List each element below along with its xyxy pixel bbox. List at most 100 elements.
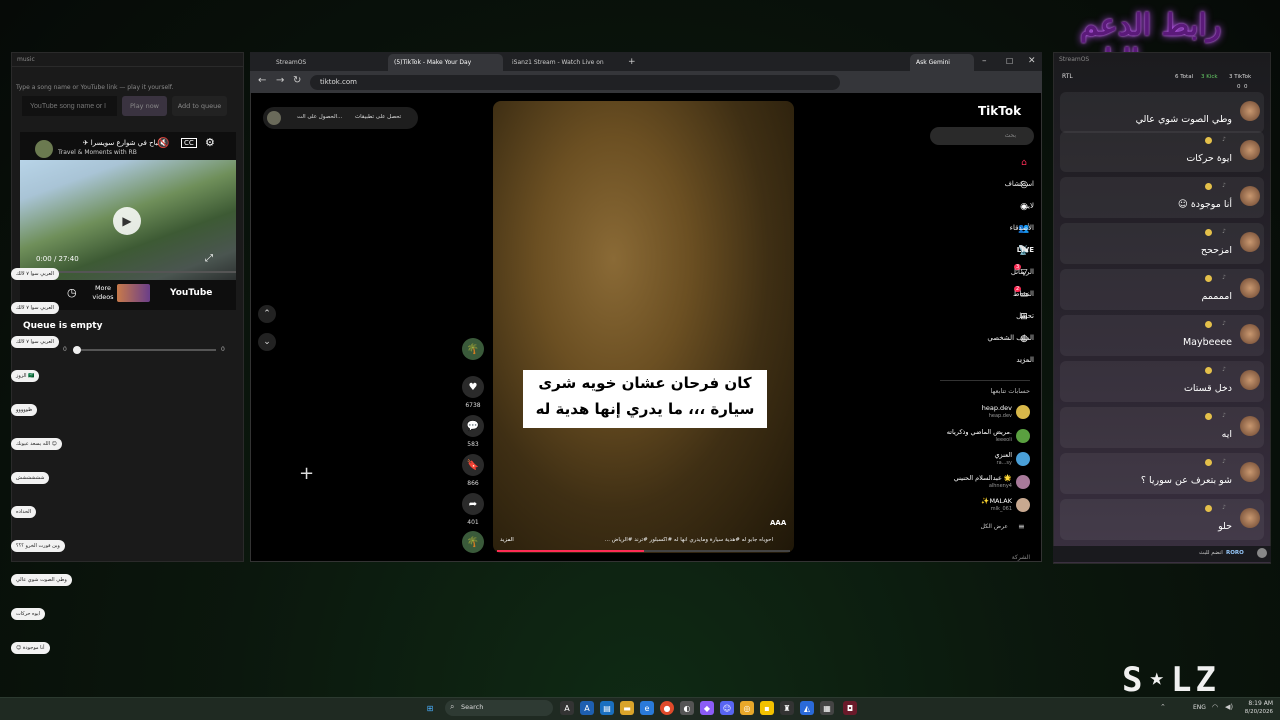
following-avatar[interactable] xyxy=(1016,452,1030,466)
more-videos[interactable]: More videos xyxy=(90,284,116,302)
folder-icon[interactable]: ▬ xyxy=(620,701,634,715)
clock-time[interactable]: 8:19 AM xyxy=(1243,700,1273,707)
sound-disc-icon[interactable]: 🌴 xyxy=(462,531,484,553)
app-icon[interactable]: A xyxy=(580,701,594,715)
explorer-icon[interactable]: ▤ xyxy=(600,701,614,715)
volume-knob[interactable] xyxy=(73,346,81,354)
search-input[interactable]: بحث xyxy=(930,127,1034,145)
edge-icon[interactable]: e xyxy=(640,701,654,715)
fullscreen-icon[interactable]: ⤢ xyxy=(205,253,213,264)
app-icon[interactable]: A xyxy=(560,701,574,715)
app-icon[interactable]: ▦ xyxy=(820,701,834,715)
nav-lives[interactable]: لايف xyxy=(1021,202,1034,210)
nav-more[interactable]: المزيد xyxy=(1016,356,1034,364)
new-tab-button[interactable]: + xyxy=(624,54,640,71)
company-link[interactable]: الشركة xyxy=(1012,554,1030,561)
tab-tiktok[interactable]: (5)TikTok - Make Your Day xyxy=(388,54,503,71)
avatar[interactable] xyxy=(267,111,281,125)
app-icon[interactable]: ♜ xyxy=(780,701,794,715)
following-avatar[interactable] xyxy=(1016,405,1030,419)
add-to-queue-button[interactable]: Add to queue xyxy=(172,96,227,116)
volume-value: 0 xyxy=(221,346,225,353)
nav-upload[interactable]: تحميل xyxy=(1016,312,1034,320)
tab-streamos[interactable]: StreamOS xyxy=(270,54,385,71)
like-icon[interactable]: ♥ xyxy=(462,376,484,398)
following-item[interactable]: عبدالسلام الحنيني 🌟 alhneny4 xyxy=(954,474,1012,490)
comment-icon[interactable]: 💬 xyxy=(462,415,484,437)
chat-text: امزححح xyxy=(1200,245,1232,256)
captions-icon[interactable]: CC xyxy=(181,138,197,148)
video-author[interactable]: AAA xyxy=(770,519,786,527)
following-item[interactable]: heap.dev heap.dev xyxy=(982,404,1012,420)
following-avatar[interactable] xyxy=(1016,429,1030,443)
avatar xyxy=(1240,278,1260,298)
nav-profile[interactable]: الملف الشخصي xyxy=(987,334,1034,342)
nav-messages[interactable]: الرسائل xyxy=(1011,268,1034,276)
back-icon[interactable]: ← xyxy=(258,75,266,86)
youtube-logo[interactable]: YouTube xyxy=(170,288,212,298)
prev-video-icon[interactable]: ⌃ xyxy=(258,305,276,323)
next-video-icon[interactable]: ⌄ xyxy=(258,333,276,351)
nav-friends[interactable]: الأصدقاء xyxy=(1010,224,1034,232)
tiktok-logo[interactable]: TikTok xyxy=(978,104,1021,118)
overlay-chat-item: شششششش xyxy=(11,472,50,484)
reload-icon[interactable]: ↻ xyxy=(293,75,301,86)
volume-icon[interactable]: ◀) xyxy=(1225,703,1233,711)
following-item[interactable]: ✨MALAK mlk_061 xyxy=(981,497,1012,513)
tab-kick[interactable]: iSanz1 Stream - Watch Live on xyxy=(506,54,621,71)
play-now-button[interactable]: Play now xyxy=(122,96,167,116)
app-icon[interactable]: ◘ xyxy=(843,701,857,715)
nav-explore[interactable]: استكشاف xyxy=(1005,180,1034,188)
app-icon[interactable]: ◐ xyxy=(680,701,694,715)
language-indicator[interactable]: ENG xyxy=(1193,704,1206,711)
join-notice-name: RORO xyxy=(1226,550,1244,556)
twitch-icon[interactable]: ◆ xyxy=(700,701,714,715)
get-app-link[interactable]: تحصل على تطبيقات xyxy=(355,114,401,120)
video-player[interactable] xyxy=(493,101,794,553)
clock-icon[interactable]: ◷ xyxy=(67,286,77,299)
maximize-button[interactable]: ☐ xyxy=(1002,54,1017,71)
video-progress[interactable] xyxy=(497,550,790,552)
following-avatar[interactable] xyxy=(1016,475,1030,489)
channel-name[interactable]: Travel & Moments with RB xyxy=(58,149,137,156)
following-item[interactable]: العنزي ra...sy xyxy=(994,451,1012,467)
nav-activity[interactable]: النشاط xyxy=(1013,290,1034,298)
nav-live[interactable]: LIVE xyxy=(1017,246,1034,254)
settings-gear-icon[interactable]: ⚙ xyxy=(205,136,215,149)
mute-icon[interactable]: 🔇 xyxy=(157,138,169,149)
taskbar-search[interactable]: Search xyxy=(445,700,553,716)
url-field[interactable]: tiktok.com xyxy=(310,75,840,90)
ask-gemini-button[interactable]: Ask Gemini xyxy=(910,54,974,71)
more-link[interactable]: المزيد xyxy=(500,537,514,543)
chat-message: ♪ شو بتعرف عن سوريا ؟ xyxy=(1060,453,1264,494)
minimize-button[interactable]: – xyxy=(978,54,991,71)
song-input[interactable] xyxy=(22,96,117,116)
chat-message: ♪ ايوة حركات xyxy=(1060,131,1264,172)
home-icon[interactable]: ⌂ xyxy=(1018,157,1030,169)
sticky-notes-icon[interactable]: ▪ xyxy=(760,701,774,715)
following-item[interactable]: مريض الماضي وذكرياته. leeeoli xyxy=(947,428,1012,444)
bookmark-icon[interactable]: 🔖 xyxy=(462,454,484,476)
see-all-link[interactable]: عرض الكل xyxy=(981,523,1008,530)
clock-date[interactable]: 8/20/2026 xyxy=(1239,709,1273,715)
chat-text: شو بتعرف عن سوريا ؟ xyxy=(1140,475,1232,486)
avatar xyxy=(1240,324,1260,344)
discord-icon[interactable]: ☺ xyxy=(720,701,734,715)
creator-avatar[interactable]: 🌴 xyxy=(462,338,484,360)
volume-slider[interactable] xyxy=(73,349,216,351)
tray-chevron-icon[interactable]: ⌃ xyxy=(1160,703,1166,711)
more-videos-thumb[interactable] xyxy=(117,284,150,302)
forward-icon[interactable]: → xyxy=(276,75,284,86)
following-avatar[interactable] xyxy=(1016,498,1030,512)
play-icon[interactable]: ▶ xyxy=(113,207,141,235)
app-icon[interactable]: ◎ xyxy=(740,701,754,715)
share-icon[interactable]: ➦ xyxy=(462,493,484,515)
wifi-icon[interactable]: ◠ xyxy=(1212,703,1218,711)
get-coins-link[interactable]: الحصول على الت... xyxy=(297,114,342,120)
close-window-button[interactable]: ✕ xyxy=(1024,54,1040,71)
chrome-icon[interactable]: ● xyxy=(660,701,674,715)
app-icon[interactable]: ◭ xyxy=(800,701,814,715)
start-windows-icon[interactable]: ⊞ xyxy=(423,701,437,715)
rtl-toggle[interactable]: RTL xyxy=(1062,73,1073,80)
video-title[interactable]: الصباح في شوارع سويسرا ✈ xyxy=(58,139,168,147)
